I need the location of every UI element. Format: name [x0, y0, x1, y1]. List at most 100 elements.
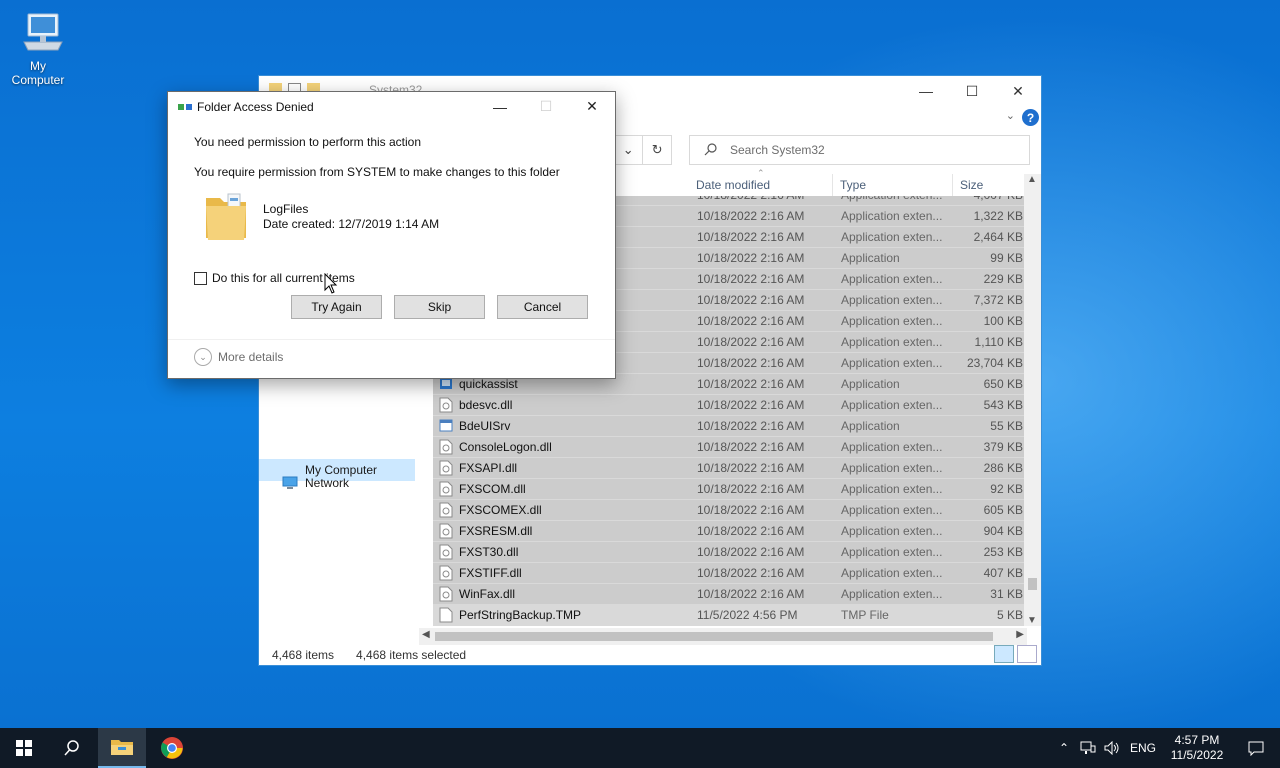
table-row[interactable]: PerfStringBackup.TMP 11/5/2022 4:56 PM TMP…	[433, 605, 1029, 626]
large-icons-view-icon[interactable]	[1017, 645, 1037, 663]
file-name-label: WinFax.dll	[459, 587, 516, 601]
file-name-label: bdesvc.dll	[459, 398, 513, 412]
search-button[interactable]	[48, 728, 96, 768]
scrollbar-thumb[interactable]	[435, 632, 993, 641]
dialog-message: You require permission from SYSTEM to ma…	[194, 165, 560, 179]
volume-icon[interactable]	[1100, 741, 1124, 755]
more-details-toggle[interactable]: ⌄ More details	[194, 348, 283, 366]
scroll-down-icon[interactable]: ▼	[1027, 615, 1037, 626]
maximize-button: ☐	[539, 98, 553, 114]
maximize-button[interactable]: ☐	[949, 76, 995, 106]
table-row[interactable]: FXSCOM.dll 10/18/2022 2:16 AM Application …	[433, 479, 1029, 500]
file-explorer-icon	[111, 740, 133, 755]
file-size: 286 KB	[983, 461, 1023, 475]
file-type: TMP File	[841, 608, 889, 622]
copy-icon	[178, 104, 192, 110]
start-button[interactable]	[0, 728, 48, 768]
file-date: 10/18/2022 2:16 AM	[697, 335, 805, 349]
notification-icon[interactable]	[1232, 741, 1280, 756]
table-row[interactable]: FXSTIFF.dll 10/18/2022 2:16 AM Application…	[433, 563, 1029, 584]
network-icon[interactable]	[1076, 741, 1100, 755]
scrollbar-thumb[interactable]	[1028, 578, 1037, 590]
table-row[interactable]: bdesvc.dll 10/18/2022 2:16 AM Application …	[433, 395, 1029, 416]
cancel-button[interactable]: Cancel	[497, 295, 588, 319]
help-icon[interactable]: ?	[1022, 109, 1039, 126]
file-name-label: FXST30.dll	[459, 545, 519, 559]
folder-date: Date created: 12/7/2019 1:14 AM	[263, 217, 440, 231]
file-name-label: FXSCOMEX.dll	[459, 503, 542, 517]
skip-button[interactable]: Skip	[394, 295, 485, 319]
computer-icon	[23, 13, 63, 51]
minimize-button[interactable]: —	[477, 92, 523, 121]
table-row[interactable]: FXSAPI.dll 10/18/2022 2:16 AM Application …	[433, 458, 1029, 479]
table-row[interactable]: BdeUISrv 10/18/2022 2:16 AM Application 55 …	[433, 416, 1029, 437]
file-name-label: FXSCOM.dll	[459, 482, 526, 496]
file-type: Application exten...	[841, 545, 943, 559]
table-row[interactable]: FXSCOMEX.dll 10/18/2022 2:16 AM Applicatio…	[433, 500, 1029, 521]
file-date: 10/18/2022 2:16 AM	[697, 461, 805, 475]
taskbar-file-explorer[interactable]	[98, 728, 146, 768]
file-size: 379 KB	[983, 440, 1023, 454]
file-date: 10/18/2022 2:16 AM	[697, 230, 805, 244]
file-type: Application exten...	[841, 272, 943, 286]
file-size: 100 KB	[983, 314, 1023, 328]
taskbar-chrome[interactable]	[148, 728, 196, 768]
vertical-scrollbar[interactable]: ▲ ▼	[1024, 174, 1041, 626]
address-dropdown-icon[interactable]: ⌄	[614, 136, 642, 164]
desktop-icon-my-computer[interactable]: My Computer	[6, 8, 70, 87]
minimize-button[interactable]: —	[903, 76, 949, 106]
file-name-label: PerfStringBackup.TMP	[459, 608, 582, 622]
refresh-icon[interactable]: ↻	[642, 136, 671, 164]
table-row[interactable]: WinFax.dll 10/18/2022 2:16 AM Application …	[433, 584, 1029, 605]
file-type: Application exten...	[841, 587, 943, 601]
file-type: Application exten...	[841, 230, 943, 244]
close-button[interactable]: ✕	[995, 76, 1041, 106]
column-size[interactable]: Size	[953, 174, 1029, 196]
file-type: Application exten...	[841, 196, 942, 202]
file-date: 10/18/2022 2:16 AM	[697, 419, 805, 433]
clock[interactable]: 4:57 PM 11/5/2022	[1162, 733, 1232, 763]
scroll-up-icon[interactable]: ▲	[1027, 174, 1037, 185]
dialog-titlebar[interactable]: Folder Access Denied — ☐ ✕	[168, 92, 615, 121]
checkbox-box[interactable]	[194, 271, 207, 285]
file-size: 904 KB	[983, 524, 1023, 538]
folder-icon	[206, 193, 246, 240]
file-name-label: ConsoleLogon.dll	[459, 440, 552, 454]
file-size: 1,322 KB	[973, 209, 1023, 223]
chevron-up-icon[interactable]: ⌃	[1052, 741, 1076, 755]
dll-file-icon	[439, 502, 453, 518]
column-type[interactable]: Type	[833, 174, 953, 196]
scroll-left-icon[interactable]: ◀	[422, 629, 430, 640]
scroll-right-icon[interactable]: ▶	[1016, 629, 1024, 640]
nav-item-network[interactable]: Network	[281, 476, 349, 490]
file-type: Application	[841, 251, 900, 265]
language-indicator[interactable]: ENG	[1124, 741, 1162, 755]
file-date: 10/18/2022 2:16 AM	[697, 356, 805, 370]
file-date: 10/18/2022 2:16 AM	[697, 209, 805, 223]
try-again-button[interactable]: Try Again	[291, 295, 382, 319]
selected-count: 4,468 items selected	[356, 648, 467, 662]
file-date: 10/18/2022 2:16 AM	[697, 524, 805, 538]
folder-access-denied-dialog: Folder Access Denied — ☐ ✕ You need perm…	[167, 91, 616, 379]
file-type: Application exten...	[841, 524, 943, 538]
file-icon	[439, 607, 453, 623]
table-row[interactable]: FXSRESM.dll 10/18/2022 2:16 AM Application…	[433, 521, 1029, 542]
table-row[interactable]: ConsoleLogon.dll 10/18/2022 2:16 AM Applic…	[433, 437, 1029, 458]
dll-file-icon	[439, 586, 453, 602]
file-type: Application exten...	[841, 440, 943, 454]
chevron-down-icon[interactable]: ⌄	[1006, 109, 1015, 122]
file-date: 10/18/2022 2:16 AM	[697, 314, 805, 328]
details-view-icon[interactable]	[994, 645, 1014, 663]
search-input[interactable]: Search System32	[689, 135, 1030, 165]
close-button[interactable]: ✕	[569, 92, 615, 121]
file-type: Application exten...	[841, 314, 943, 328]
file-name: ConsoleLogon.dll	[433, 439, 693, 455]
file-size: 23,704 KB	[966, 356, 1023, 370]
file-date: 10/18/2022 2:16 AM	[697, 587, 805, 601]
application-icon	[439, 418, 453, 434]
horizontal-scrollbar[interactable]: ◀ ▶	[419, 628, 1027, 645]
table-row[interactable]: FXST30.dll 10/18/2022 2:16 AM Application …	[433, 542, 1029, 563]
file-date: 10/18/2022 2:16 AM	[697, 566, 805, 580]
clock-date: 11/5/2022	[1170, 748, 1224, 762]
column-date-modified[interactable]: Date modified	[689, 174, 833, 196]
